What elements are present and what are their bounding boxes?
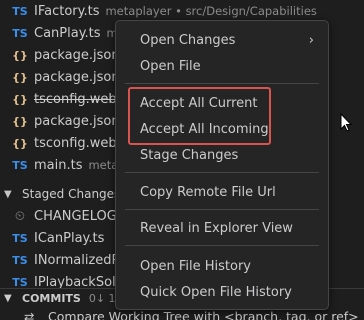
json-file-icon: {} bbox=[12, 114, 28, 128]
menu-item-label: Accept All Incoming bbox=[140, 121, 269, 137]
file-name: CanPlay.ts bbox=[34, 25, 101, 41]
menu-item-copy-remote-file-url[interactable]: Copy Remote File Url bbox=[116, 180, 328, 204]
json-file-icon: {} bbox=[12, 92, 28, 106]
file-name: package.json bbox=[34, 69, 120, 85]
menu-separator bbox=[125, 245, 319, 246]
menu-separator bbox=[125, 172, 319, 173]
typescript-file-icon: TS bbox=[12, 253, 28, 267]
menu-item-open-file[interactable]: Open File bbox=[116, 54, 328, 78]
menu-item-reveal-in-explorer[interactable]: Reveal in Explorer View bbox=[116, 216, 328, 240]
file-name: main.ts bbox=[34, 157, 83, 173]
menu-item-label: Reveal in Explorer View bbox=[140, 220, 293, 236]
menu-item-label: Quick Open File History bbox=[140, 284, 292, 300]
chevron-down-icon: ▼ bbox=[4, 293, 12, 304]
file-name: package.json bbox=[34, 113, 120, 129]
file-name: package.json bbox=[34, 47, 120, 63]
menu-separator bbox=[125, 209, 319, 210]
menu-item-label: Accept All Current bbox=[140, 95, 258, 111]
json-file-icon: {} bbox=[12, 136, 28, 150]
menu-item-label: Open File bbox=[140, 58, 201, 74]
menu-item-open-changes[interactable]: Open Changes › bbox=[116, 28, 328, 52]
submenu-chevron-icon: › bbox=[308, 32, 314, 48]
menu-item-open-file-history[interactable]: Open File History bbox=[116, 254, 328, 278]
menu-item-label: Open Changes bbox=[140, 32, 236, 48]
compare-label: Compare Working Tree with <branch, tag, … bbox=[48, 308, 359, 320]
menu-item-label: Stage Changes bbox=[140, 147, 239, 163]
context-menu: Open Changes › Open File Accept All Curr… bbox=[115, 20, 329, 310]
menu-item-label: Open File History bbox=[140, 258, 251, 274]
menu-separator bbox=[125, 83, 319, 84]
file-path: metaplayer • src/Design/Capabilities bbox=[105, 4, 317, 18]
typescript-file-icon: TS bbox=[12, 4, 28, 18]
menu-item-quick-open-file-history[interactable]: Quick Open File History bbox=[116, 280, 328, 304]
text-cursor-icon bbox=[340, 113, 353, 132]
file-name: IFactory.ts bbox=[34, 3, 100, 19]
menu-item-accept-all-incoming[interactable]: Accept All Incoming bbox=[116, 117, 328, 141]
typescript-file-icon: TS bbox=[12, 26, 28, 40]
history-icon: ⏲ bbox=[14, 208, 26, 224]
json-file-icon: {} bbox=[12, 48, 28, 62]
menu-item-label: Copy Remote File Url bbox=[140, 184, 276, 200]
staged-changes-label: Staged Changes bbox=[22, 187, 121, 201]
file-name: ICanPlay.ts bbox=[34, 230, 105, 246]
json-file-icon: {} bbox=[12, 70, 28, 84]
commits-label: COMMITS bbox=[22, 292, 81, 305]
typescript-file-icon: TS bbox=[12, 158, 28, 172]
menu-item-stage-changes[interactable]: Stage Changes bbox=[116, 143, 328, 167]
menu-item-accept-all-current[interactable]: Accept All Current bbox=[116, 91, 328, 115]
file-row[interactable]: TS IFactory.ts metaplayer • src/Design/Cap… bbox=[0, 0, 364, 22]
typescript-file-icon: TS bbox=[12, 231, 28, 245]
compare-icon: ⇄ bbox=[24, 308, 35, 320]
typescript-file-icon: TS bbox=[12, 275, 28, 289]
chevron-down-icon: ▼ bbox=[4, 188, 12, 200]
